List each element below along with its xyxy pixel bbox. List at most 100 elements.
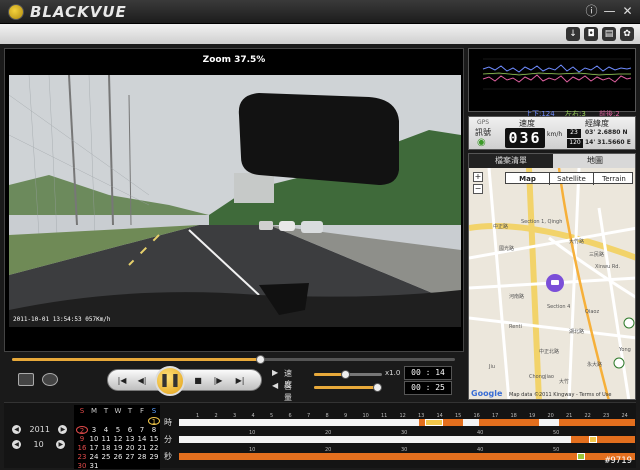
calendar-day[interactable]: 7 [136, 426, 148, 434]
calendar-day[interactable]: 4 [100, 426, 112, 434]
calendar-day[interactable]: 1 [148, 417, 160, 426]
calendar-day[interactable]: 30 [76, 462, 88, 470]
minimize-button[interactable]: — [602, 4, 617, 19]
calendar-day[interactable]: 2 [76, 426, 88, 435]
zoom-label: Zoom 37.5% [202, 55, 266, 65]
hour-recorded-segment[interactable] [479, 419, 539, 426]
calendar-day[interactable]: 21 [136, 444, 148, 452]
date-timeline-panel: ◀ 2011 ▶ ◀ 10 ▶ S M T W T F S 1 2 3 4 5 6 7 8 9 10 11 12 13… [4, 402, 639, 470]
hour-timeline[interactable] [179, 419, 639, 426]
pause-button[interactable]: ❚❚ [155, 366, 185, 396]
calendar-day[interactable]: 22 [148, 444, 160, 452]
print-icon[interactable]: ▤ [602, 27, 616, 41]
calendar-day[interactable]: 6 [124, 426, 136, 434]
month-value: 10 [33, 440, 44, 449]
calendar-day[interactable]: 27 [124, 453, 136, 461]
map-road-label: 大竹 [559, 378, 569, 385]
calendar-day[interactable]: 14 [136, 435, 148, 443]
calendar-day[interactable]: 9 [76, 435, 88, 443]
tab-file-list[interactable]: 檔案清單 [469, 154, 553, 168]
calendar-weekday-header: F [139, 407, 145, 415]
second-recorded-segment[interactable] [179, 453, 635, 460]
g-sensor-graph: 上下:124 左右:3 前後:2 [468, 48, 636, 118]
second-timeline[interactable] [179, 453, 639, 460]
map-copyright: Map data ©2011 Kingway - Terms of Use [509, 391, 611, 398]
calendar-day[interactable]: 26 [112, 453, 124, 461]
camera-icon[interactable]: ◘ [584, 27, 598, 41]
calendar-day[interactable]: 8 [148, 426, 160, 434]
download-icon[interactable]: ↓ [566, 27, 580, 41]
zoom-in-button[interactable]: + [473, 172, 483, 182]
map-type-terrain[interactable]: Terrain [594, 173, 634, 185]
gps-label: GPS [477, 119, 490, 126]
map-canvas[interactable]: Section 1, Qingh 國光路 Xinwu Rd. 三民路 河南路 S… [469, 168, 636, 400]
calendar-day[interactable]: 28 [136, 453, 148, 461]
calendar-day[interactable]: 11 [100, 435, 112, 443]
skip-previous-icon[interactable]: |◀ [114, 373, 130, 389]
speed-slider-handle[interactable] [340, 370, 350, 379]
step-forward-icon[interactable]: |▶ [210, 373, 226, 389]
close-button[interactable]: ✕ [620, 4, 635, 19]
map-panel[interactable]: 檔案清單 地圖 Section 1, Qingh 國光路 Xinwu Rd. 三… [468, 153, 636, 400]
minute-recorded-segment[interactable] [571, 436, 635, 443]
calendar-day[interactable]: 23 [76, 453, 88, 461]
calendar-day[interactable]: 15 [148, 435, 160, 443]
minute-selected-segment[interactable] [589, 436, 597, 443]
calendar-day[interactable]: 20 [124, 444, 136, 452]
calendar-day[interactable]: 3 [88, 426, 100, 434]
calendar-day[interactable]: 12 [112, 435, 124, 443]
video-frame[interactable]: 2011-10-01 13:54:53 057Km/h [9, 75, 461, 327]
volume-slider-handle[interactable] [372, 383, 382, 392]
skip-next-icon[interactable]: ▶| [232, 373, 248, 389]
calendar-day[interactable]: 24 [88, 453, 100, 461]
calendar-day[interactable]: 29 [148, 453, 160, 461]
calendar-day[interactable]: 18 [100, 444, 112, 452]
minute-timeline[interactable] [179, 436, 639, 443]
hour-recorded-segment[interactable] [559, 419, 635, 426]
settings-gear-icon[interactable]: ✿ [620, 27, 634, 41]
step-back-icon[interactable]: ◀| [134, 373, 150, 389]
speed-slider[interactable] [314, 370, 382, 379]
zoom-out-button[interactable]: − [473, 184, 483, 194]
calendar-day[interactable]: 17 [88, 444, 100, 452]
stop-icon[interactable]: ■ [190, 373, 206, 389]
volume-label: 音量 [284, 382, 292, 402]
longitude-degrees: 120 [567, 139, 583, 148]
blackvue-logo-icon [8, 4, 24, 20]
calendar-day[interactable]: 25 [100, 453, 112, 461]
calendar-day[interactable]: 13 [124, 435, 136, 443]
map-type-satellite[interactable]: Satellite [550, 173, 594, 185]
calendar-day[interactable]: 16 [76, 444, 88, 452]
longitude-rest: 14' 31.5660 E [585, 139, 631, 146]
volume-slider[interactable] [314, 383, 382, 392]
year-value: 2011 [29, 425, 50, 434]
tab-map[interactable]: 地圖 [553, 154, 635, 168]
map-road-label: Section 1, Qingh [521, 219, 562, 225]
month-prev-button[interactable]: ◀ [12, 440, 21, 449]
seek-bar[interactable] [12, 355, 455, 364]
calendar-day[interactable]: 10 [88, 435, 100, 443]
map-type-map[interactable]: Map [506, 173, 550, 185]
map-road-label: Section 4 [547, 304, 570, 310]
map-road-label: Xinwu Rd. [595, 264, 620, 270]
calendar-day[interactable]: 5 [112, 426, 124, 434]
hour-selected-segment[interactable] [425, 419, 443, 426]
gps-speed-display: 036 [505, 128, 545, 148]
month-next-button[interactable]: ▶ [56, 440, 66, 449]
map-road-label: Chongjiao [529, 374, 554, 380]
volume-slider-fill [314, 386, 377, 389]
rotate-icon[interactable] [42, 373, 58, 386]
seek-handle[interactable] [256, 355, 266, 364]
calendar-weekday-header: T [103, 407, 109, 415]
calendar-weekday-header: S [151, 407, 157, 415]
map-road-label: 河南路 [509, 293, 524, 300]
app-logo-text: BLACKVUE [30, 3, 127, 21]
second-selected-segment[interactable] [577, 453, 585, 460]
latitude-rest: 03' 2.6880 N [585, 129, 628, 136]
folder-icon[interactable] [18, 373, 34, 386]
year-prev-button[interactable]: ◀ [12, 425, 21, 434]
year-next-button[interactable]: ▶ [58, 425, 68, 434]
calendar-day[interactable]: 31 [88, 462, 100, 470]
info-icon[interactable]: ⓘ [584, 4, 599, 19]
calendar-day[interactable]: 19 [112, 444, 124, 452]
